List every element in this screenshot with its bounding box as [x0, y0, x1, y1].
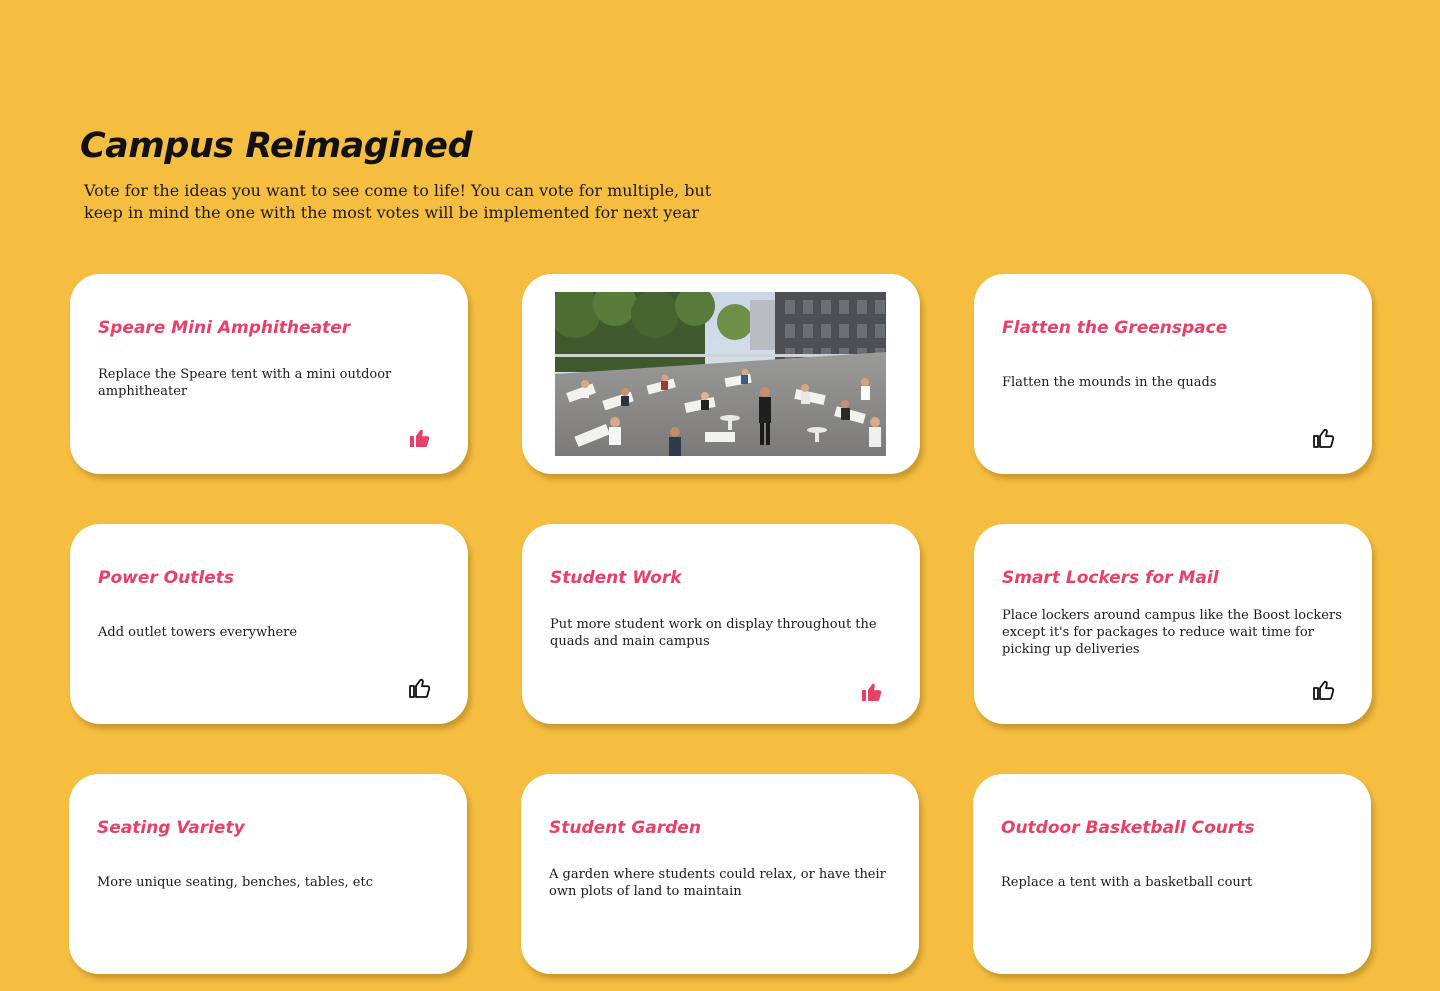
page-subtitle: Vote for the ideas you want to see come … — [84, 181, 712, 222]
idea-description: A garden where students could relax, or … — [549, 867, 886, 899]
idea-title: Student Work — [550, 568, 682, 588]
idea-description: Flatten the mounds in the quads — [1002, 375, 1217, 390]
thumbs-up-icon — [410, 429, 430, 447]
idea-title: Student Garden — [549, 818, 701, 838]
idea-title: Outdoor Basketball Courts — [1001, 818, 1255, 838]
idea-title: Flatten the Greenspace — [1002, 318, 1228, 338]
idea-description: Place lockers around campus like the Boo… — [1002, 608, 1342, 657]
thumbs-up-icon — [1313, 680, 1335, 700]
idea-description: Replace a tent with a basketball court — [1001, 875, 1253, 890]
idea-card-student-work: Student Work Put more student work on di… — [522, 524, 920, 724]
like-button[interactable] — [1312, 678, 1336, 702]
thumbs-up-icon — [1313, 428, 1335, 448]
idea-photo-card — [522, 274, 920, 474]
idea-description: Put more student work on display through… — [550, 617, 877, 649]
idea-description: More unique seating, benches, tables, et… — [97, 875, 374, 890]
idea-description: Add outlet towers everywhere — [98, 625, 298, 640]
idea-description: Replace the Speare tent with a mini outd… — [98, 367, 392, 399]
idea-card-power-outlets: Power Outlets Add outlet towers everywhe… — [70, 524, 468, 724]
idea-title: Power Outlets — [98, 568, 234, 588]
idea-title: Seating Variety — [97, 818, 245, 838]
like-button[interactable] — [408, 676, 432, 700]
thumbs-up-icon — [862, 683, 882, 701]
idea-card-student-garden: Student Garden A garden where students c… — [521, 774, 919, 974]
thumbs-up-icon — [409, 678, 431, 698]
idea-card-basketball-courts: Outdoor Basketball Courts Replace a tent… — [973, 774, 1371, 974]
like-button[interactable] — [860, 680, 884, 704]
idea-title: Speare Mini Amphitheater — [98, 318, 351, 338]
like-button[interactable] — [1312, 426, 1336, 450]
idea-title: Smart Lockers for Mail — [1002, 568, 1219, 588]
rooftop-terrace-photo — [555, 292, 886, 456]
idea-card-flatten-greenspace: Flatten the Greenspace Flatten the mound… — [974, 274, 1372, 474]
page-title: Campus Reimagined — [80, 126, 473, 166]
idea-card-seating-variety: Seating Variety More unique seating, ben… — [69, 774, 467, 974]
like-button[interactable] — [408, 426, 432, 450]
idea-card-speare-amphitheater: Speare Mini Amphitheater Replace the Spe… — [70, 274, 468, 474]
idea-card-smart-lockers: Smart Lockers for Mail Place lockers aro… — [974, 524, 1372, 724]
